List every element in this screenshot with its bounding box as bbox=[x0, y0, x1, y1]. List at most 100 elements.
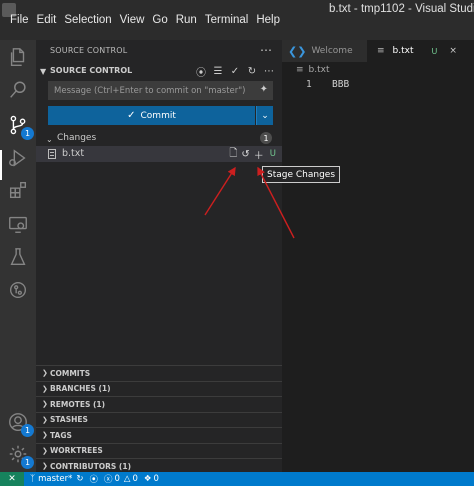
remote-explorer-icon[interactable] bbox=[6, 212, 30, 236]
open-file-icon[interactable]: 🗋 bbox=[229, 146, 237, 163]
chevron-right-icon: ❯ bbox=[42, 446, 48, 455]
activity-bar: 1 1 1 bbox=[0, 40, 36, 472]
error-count: 0 bbox=[114, 474, 120, 484]
graph-status[interactable]: ⦿ bbox=[89, 473, 98, 485]
active-indicator bbox=[0, 150, 2, 180]
menu-terminal[interactable]: Terminal bbox=[201, 14, 252, 26]
extensions-icon[interactable] bbox=[6, 178, 30, 202]
search-icon[interactable] bbox=[6, 78, 30, 102]
accounts-icon[interactable]: 1 bbox=[6, 410, 34, 437]
chevron-right-icon: ❯ bbox=[42, 415, 48, 424]
changes-label: Changes bbox=[57, 133, 97, 143]
code-line[interactable]: 1 BBB bbox=[282, 79, 474, 92]
section-label: STASHES bbox=[50, 415, 88, 425]
menu-help[interactable]: Help bbox=[252, 14, 284, 26]
commit-check-icon[interactable]: ✓ bbox=[228, 64, 242, 78]
sidebar-title: SOURCE CONTROL bbox=[50, 46, 128, 55]
file-lines-icon: ≡ bbox=[377, 46, 385, 56]
commit-button[interactable]: ✓ Commit bbox=[48, 106, 255, 125]
settings-badge: 1 bbox=[21, 456, 34, 469]
warning-icon: △ bbox=[123, 474, 131, 484]
changes-group[interactable]: ⌄ Changes 1 bbox=[36, 131, 282, 147]
chevron-down-icon: ⌄ bbox=[261, 110, 269, 121]
file-status: U bbox=[269, 149, 276, 159]
file-lines-icon: ≡ bbox=[296, 65, 304, 75]
section-remotes[interactable]: ❯ REMOTES (1) bbox=[36, 396, 282, 412]
source-control-section-header[interactable]: ▼ SOURCE CONTROL ⦿ ☰ ✓ ↻ ⋯ bbox=[36, 64, 282, 80]
file-name: b.txt bbox=[62, 148, 85, 159]
source-control-sidebar: SOURCE CONTROL ⋯ ▼ SOURCE CONTROL ⦿ ☰ ✓ … bbox=[36, 40, 341, 472]
explorer-icon[interactable] bbox=[6, 45, 30, 69]
section-label: TAGS bbox=[50, 430, 72, 440]
tab-welcome[interactable]: ❮❯ Welcome bbox=[282, 40, 367, 62]
warning-count: 0 bbox=[132, 474, 138, 484]
source-control-graph-icon: ⦿ bbox=[89, 475, 98, 485]
section-commits[interactable]: ❯ COMMITS bbox=[36, 365, 282, 381]
scm-badge: 1 bbox=[21, 127, 34, 140]
chevron-right-icon: ❯ bbox=[42, 369, 48, 378]
menu-go[interactable]: Go bbox=[148, 14, 171, 26]
accounts-badge: 1 bbox=[21, 424, 34, 437]
section-label: CONTRIBUTORS (1) bbox=[50, 461, 131, 471]
close-icon[interactable]: × bbox=[449, 46, 457, 56]
section-label: WORKTREES bbox=[50, 446, 103, 456]
commit-dropdown-button[interactable]: ⌄ bbox=[256, 106, 273, 125]
more-icon[interactable]: ⋯ bbox=[262, 64, 276, 78]
status-bar: ✕ ᛉ master* ↻ ⦿ ⓧ 0 △ 0 ❖ 0 bbox=[0, 472, 474, 486]
commit-message-box: ✦ bbox=[48, 81, 273, 100]
tab-label: b.txt bbox=[392, 46, 414, 56]
sparkle-icon[interactable]: ✦ bbox=[260, 84, 268, 95]
breadcrumb-file: b.txt bbox=[308, 65, 330, 75]
more-actions-icon[interactable]: ⋯ bbox=[260, 43, 272, 57]
ports-icon: ❖ bbox=[143, 474, 152, 484]
ports-status[interactable]: ❖ 0 bbox=[144, 474, 159, 484]
line-text: BBB bbox=[332, 79, 350, 90]
list-view-icon[interactable]: ☰ bbox=[211, 64, 225, 78]
menu-view[interactable]: View bbox=[116, 14, 149, 26]
chevron-right-icon: ❯ bbox=[42, 431, 48, 440]
section-branches[interactable]: ❯ BRANCHES (1) bbox=[36, 380, 282, 397]
breadcrumb[interactable]: ≡ b.txt bbox=[282, 63, 474, 77]
section-worktrees[interactable]: ❯ WORKTREES bbox=[36, 442, 282, 459]
stage-changes-icon[interactable]: ＋ bbox=[254, 147, 264, 162]
discard-changes-icon[interactable]: ↺ bbox=[241, 149, 249, 160]
line-number: 1 bbox=[306, 79, 312, 90]
problems-status[interactable]: ⓧ 0 △ 0 bbox=[104, 473, 138, 485]
changes-count-badge: 1 bbox=[260, 132, 272, 144]
branch-graph-icon[interactable]: ⦿ bbox=[194, 64, 208, 79]
chevron-down-icon: ⌄ bbox=[46, 135, 53, 144]
file-lines-icon bbox=[48, 149, 56, 159]
menu-edit[interactable]: Edit bbox=[33, 14, 61, 26]
sync-icon[interactable]: ↻ bbox=[76, 474, 83, 484]
section-actions: ⦿ ☰ ✓ ↻ ⋯ bbox=[194, 64, 276, 79]
source-control-icon[interactable]: 1 bbox=[6, 113, 34, 140]
error-icon: ⓧ bbox=[103, 475, 113, 485]
section-tags[interactable]: ❯ TAGS bbox=[36, 427, 282, 443]
commit-label: Commit bbox=[140, 110, 176, 121]
branch-status[interactable]: ᛉ master* ↻ bbox=[30, 474, 83, 484]
stage-changes-tooltip: Stage Changes bbox=[262, 166, 341, 183]
commit-message-input[interactable] bbox=[49, 82, 249, 99]
refresh-icon[interactable]: ↻ bbox=[245, 64, 259, 78]
run-debug-icon[interactable] bbox=[6, 146, 30, 170]
section-label: COMMITS bbox=[50, 368, 91, 378]
section-label: REMOTES (1) bbox=[50, 399, 106, 409]
tab-status: U bbox=[431, 46, 438, 56]
remote-indicator-icon[interactable]: ✕ bbox=[0, 472, 24, 486]
testing-icon[interactable] bbox=[6, 245, 30, 269]
section-label: BRANCHES (1) bbox=[50, 384, 111, 394]
menu-file[interactable]: File bbox=[6, 14, 33, 26]
chevron-right-icon: ❯ bbox=[42, 384, 48, 393]
check-icon: ✓ bbox=[127, 110, 136, 121]
menu-selection[interactable]: Selection bbox=[60, 14, 115, 26]
branch-icon: ᛉ bbox=[30, 474, 36, 484]
section-stashes[interactable]: ❯ STASHES bbox=[36, 411, 282, 428]
manage-gear-icon[interactable]: 1 bbox=[6, 442, 34, 469]
change-file-row[interactable]: b.txt 🗋 ↺ ＋ U bbox=[36, 146, 282, 162]
git-graph-icon[interactable] bbox=[6, 278, 30, 302]
section-title: SOURCE CONTROL bbox=[50, 66, 133, 75]
window-title: b.txt - tmp1102 - Visual Studio bbox=[329, 3, 474, 15]
ports-count: 0 bbox=[153, 474, 159, 484]
menu-run[interactable]: Run bbox=[172, 14, 201, 26]
tab-b-txt[interactable]: ≡ b.txt U × bbox=[367, 40, 474, 62]
